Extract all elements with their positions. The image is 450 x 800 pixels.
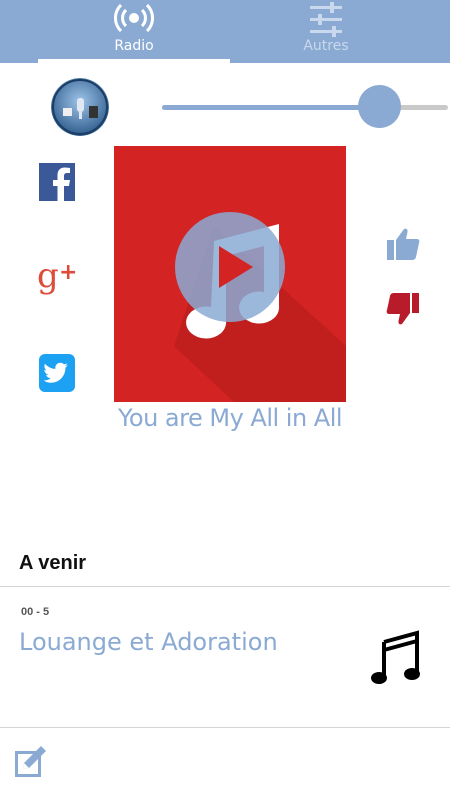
- twitter-icon[interactable]: [39, 354, 75, 392]
- play-button[interactable]: [175, 212, 285, 322]
- thumbs-up-icon[interactable]: [386, 226, 420, 262]
- station-logo: [51, 78, 109, 136]
- divider: [0, 727, 450, 728]
- music-note-icon: [371, 630, 420, 684]
- schedule-time: 00 - 5: [21, 606, 50, 618]
- divider: [0, 586, 450, 587]
- tab-bar: Radio Autres: [0, 0, 450, 63]
- play-icon: [219, 246, 253, 288]
- sliders-icon: [310, 2, 342, 37]
- svg-text:g: g: [37, 256, 59, 296]
- facebook-icon[interactable]: [39, 163, 75, 201]
- tab-radio[interactable]: Radio: [38, 0, 230, 63]
- upcoming-section-title: A venir: [19, 552, 87, 574]
- album-artwork: [114, 146, 346, 402]
- tab-autres[interactable]: Autres: [230, 0, 422, 63]
- volume-slider-thumb[interactable]: [357, 85, 401, 128]
- volume-slider-fill: [162, 105, 380, 110]
- thumbs-down-icon[interactable]: [386, 291, 420, 327]
- google-plus-icon[interactable]: g +: [37, 253, 77, 297]
- broadcast-icon: [114, 3, 154, 33]
- schedule-program-name: Louange et Adoration: [19, 628, 278, 656]
- active-tab-indicator: [38, 59, 230, 63]
- svg-text:+: +: [59, 260, 77, 285]
- now-playing-title: You are My All in All: [117, 404, 343, 432]
- tab-autres-label: Autres: [303, 38, 349, 54]
- edit-icon[interactable]: [15, 745, 47, 777]
- volume-slider[interactable]: [162, 105, 448, 110]
- station-logo-image: [51, 78, 109, 136]
- tab-radio-label: Radio: [114, 38, 154, 54]
